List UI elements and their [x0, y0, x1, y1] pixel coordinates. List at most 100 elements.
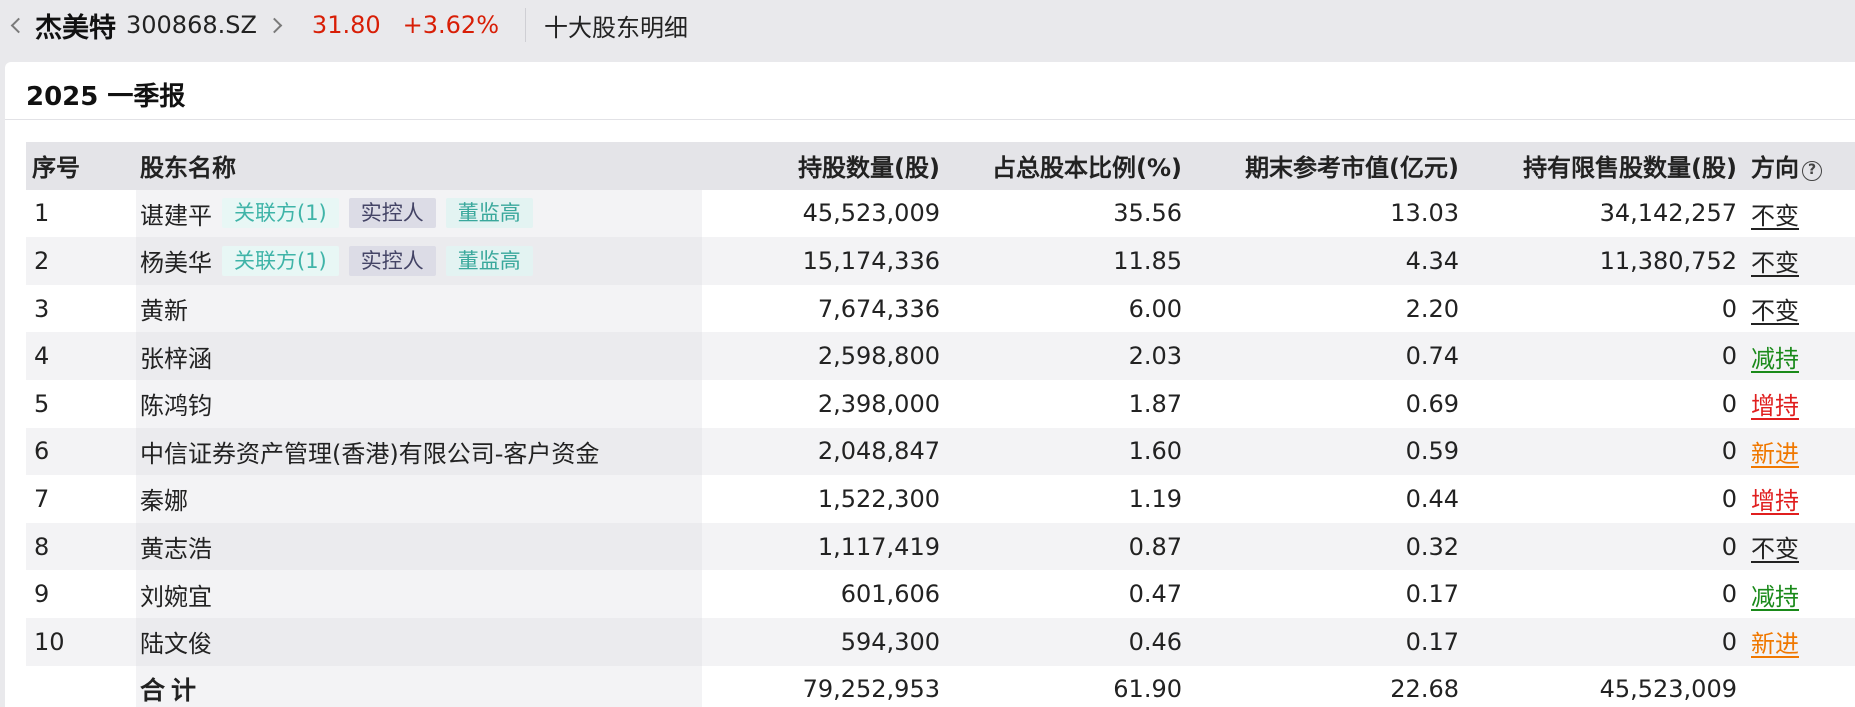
- direction-link[interactable]: 不变: [1751, 535, 1799, 563]
- direction-link[interactable]: 新进: [1751, 630, 1799, 658]
- help-question-icon[interactable]: ?: [1802, 161, 1822, 182]
- direction-link[interactable]: 不变: [1751, 202, 1799, 230]
- holder-tag-board[interactable]: 董监高: [445, 245, 533, 276]
- col-header-market-value[interactable]: 期末参考市值(亿元): [1182, 142, 1459, 190]
- holder-tag-controller[interactable]: 实控人: [348, 198, 436, 229]
- market-value: 0.69: [1405, 389, 1459, 418]
- total-index-empty: [26, 665, 136, 707]
- stock-code: 300868.SZ: [126, 11, 257, 39]
- share-percent: 1.60: [1128, 437, 1182, 466]
- shares-held: 2,048,847: [817, 437, 940, 466]
- direction-cell: 不变: [1737, 523, 1855, 571]
- share-percent: 11.85: [1113, 246, 1182, 275]
- holder-name-cell: 张梓涵: [136, 332, 702, 380]
- direction-header-label: 方向: [1751, 154, 1799, 183]
- share-percent: 1.19: [1128, 484, 1182, 513]
- share-percent: 0.87: [1128, 532, 1182, 561]
- total-restricted-shares: 45,523,009: [1459, 665, 1737, 707]
- holder-name[interactable]: 张梓涵: [140, 345, 212, 373]
- holder-name-cell: 谌建平 关联方(1) 实控人 董监高: [136, 189, 702, 238]
- market-value: 4.34: [1405, 246, 1459, 275]
- holder-name[interactable]: 陈鸿钧: [140, 392, 212, 420]
- holder-name[interactable]: 刘婉宜: [140, 583, 212, 611]
- total-market-value: 22.68: [1182, 665, 1459, 707]
- holder-name[interactable]: 黄新: [140, 297, 188, 325]
- direction-cell: 不变: [1737, 285, 1855, 333]
- shares-held: 7,674,336: [817, 294, 940, 323]
- table-row[interactable]: 9 刘婉宜 601,606 0.47 0.17 0 减持: [26, 570, 1855, 618]
- holder-tag-related[interactable]: 关联方(1): [222, 198, 339, 229]
- direction-link[interactable]: 不变: [1751, 249, 1799, 277]
- shares-held: 1,522,300: [817, 484, 940, 513]
- direction-link[interactable]: 增持: [1751, 392, 1799, 420]
- shares-held: 15,174,336: [802, 246, 940, 275]
- holders-panel: 2025 一季报 序号 股东名称 持股数量(股) 占总股本比例(%) 期末参考市…: [5, 62, 1855, 707]
- market-value: 0.44: [1405, 484, 1459, 513]
- col-header-restricted-shares[interactable]: 持有限售股数量(股): [1459, 142, 1737, 190]
- share-percent: 6.00: [1128, 294, 1182, 323]
- table-row[interactable]: 4 张梓涵 2,598,800 2.03 0.74 0 减持: [26, 332, 1855, 380]
- page-title: 十大股东明细: [544, 13, 688, 42]
- table-row[interactable]: 3 黄新 7,674,336 6.00 2.20 0 不变: [26, 284, 1855, 333]
- prev-stock-chevron-icon[interactable]: [10, 17, 27, 33]
- col-header-shares[interactable]: 持股数量(股): [702, 142, 940, 190]
- holder-name[interactable]: 黄志浩: [140, 535, 212, 563]
- holder-name[interactable]: 秦娜: [140, 487, 188, 515]
- direction-link[interactable]: 新进: [1751, 440, 1799, 468]
- direction-cell: 不变: [1737, 190, 1855, 238]
- direction-link[interactable]: 减持: [1751, 583, 1799, 611]
- direction-cell: 新进: [1737, 428, 1855, 476]
- direction-link[interactable]: 不变: [1751, 297, 1799, 325]
- row-index: 8: [34, 532, 50, 561]
- holder-name-cell: 陈鸿钧: [136, 379, 702, 428]
- holder-name-cell: 黄志浩: [136, 522, 702, 571]
- restricted-shares: 0: [1721, 294, 1737, 323]
- restricted-shares: 0: [1721, 580, 1737, 609]
- table-row[interactable]: 8 黄志浩 1,117,419 0.87 0.32 0 不变: [26, 522, 1855, 571]
- holder-name[interactable]: 陆文俊: [140, 630, 212, 658]
- holder-name-cell: 黄新: [136, 284, 702, 333]
- holder-name[interactable]: 杨美华: [140, 249, 212, 277]
- direction-cell: 新进: [1737, 618, 1855, 666]
- holder-tag-board[interactable]: 董监高: [445, 198, 533, 229]
- row-index: 6: [34, 437, 50, 466]
- row-index: 1: [34, 199, 50, 228]
- holder-name[interactable]: 谌建平: [140, 202, 212, 230]
- direction-cell: 不变: [1737, 237, 1855, 285]
- total-shares: 79,252,953: [702, 665, 940, 707]
- market-value: 13.03: [1390, 199, 1459, 228]
- table-row[interactable]: 10 陆文俊 594,300 0.46 0.17 0 新进: [26, 617, 1855, 666]
- table-row[interactable]: 7 秦娜 1,522,300 1.19 0.44 0 增持: [26, 475, 1855, 523]
- shares-held: 1,117,419: [817, 532, 940, 561]
- holder-name-cell: 陆文俊: [136, 617, 702, 666]
- direction-link[interactable]: 减持: [1751, 345, 1799, 373]
- stock-price: 31.80: [311, 11, 381, 39]
- shares-held: 2,598,800: [817, 342, 940, 371]
- market-value: 2.20: [1405, 294, 1459, 323]
- row-index: 3: [34, 294, 50, 323]
- holder-tag-controller[interactable]: 实控人: [348, 245, 436, 276]
- report-period-title: 2025 一季报: [26, 82, 186, 112]
- share-percent: 35.56: [1113, 199, 1182, 228]
- header-divider: [525, 8, 526, 42]
- next-stock-chevron-icon[interactable]: [266, 17, 283, 33]
- total-percent: 61.90: [940, 665, 1182, 707]
- col-header-direction: 方向?: [1737, 142, 1855, 190]
- holder-name[interactable]: 中信证券资产管理(香港)有限公司-客户资金: [140, 440, 599, 468]
- table-row[interactable]: 1 谌建平 关联方(1) 实控人 董监高 45,523,009 35.56 13.03 34,1…: [26, 189, 1855, 238]
- holder-tag-related[interactable]: 关联方(1): [222, 245, 339, 276]
- restricted-shares: 0: [1721, 484, 1737, 513]
- table-row[interactable]: 6 中信证券资产管理(香港)有限公司-客户资金 2,048,847 1.60 0.59 0…: [26, 427, 1855, 476]
- direction-cell: 减持: [1737, 570, 1855, 618]
- row-index: 5: [34, 389, 50, 418]
- restricted-shares: 34,142,257: [1599, 199, 1737, 228]
- direction-cell: 增持: [1737, 380, 1855, 428]
- table-row[interactable]: 5 陈鸿钧 2,398,000 1.87 0.69 0 增持: [26, 379, 1855, 428]
- market-value: 0.74: [1405, 342, 1459, 371]
- shares-held: 601,606: [840, 580, 940, 609]
- table-row[interactable]: 2 杨美华 关联方(1) 实控人 董监高 15,174,336 11.85 4.34 11,38…: [26, 237, 1855, 285]
- col-header-percent[interactable]: 占总股本比例(%): [940, 142, 1182, 190]
- direction-link[interactable]: 增持: [1751, 487, 1799, 515]
- row-index: 7: [34, 484, 50, 513]
- holder-name-cell: 中信证券资产管理(香港)有限公司-客户资金: [136, 427, 702, 476]
